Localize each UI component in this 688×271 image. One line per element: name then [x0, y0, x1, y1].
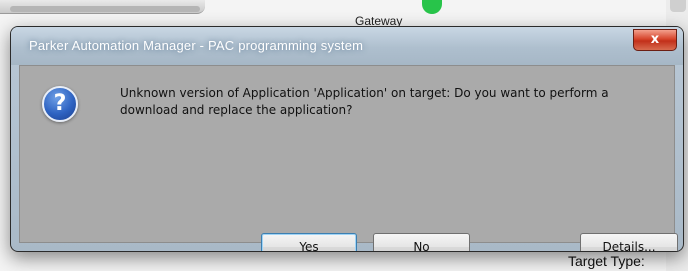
message-line-2: download and replace the application? [120, 103, 353, 117]
dialog-content: ? Unknown version of Application 'Applic… [19, 65, 678, 251]
yes-button[interactable]: Yes [261, 233, 357, 251]
details-button[interactable]: Details... [580, 233, 678, 251]
close-icon: x [650, 32, 660, 47]
dialog-message: Unknown version of Application 'Applicat… [120, 85, 660, 119]
background-target-type-label: Target Type: [568, 253, 645, 269]
background-scrollbar [10, 6, 200, 12]
message-line-1: Unknown version of Application 'Applicat… [120, 86, 609, 100]
close-button[interactable]: x [633, 29, 677, 51]
screen: Gateway Target Type: Parker Automation M… [0, 0, 688, 271]
question-icon: ? [42, 86, 78, 122]
no-button[interactable]: No [373, 233, 470, 251]
message-dialog: Parker Automation Manager - PAC programm… [10, 26, 684, 252]
dialog-title: Parker Automation Manager - PAC programm… [29, 38, 364, 53]
dialog-titlebar[interactable]: Parker Automation Manager - PAC programm… [11, 27, 683, 65]
background-scroll-thumb [670, 0, 686, 12]
status-indicator-icon [422, 0, 442, 14]
